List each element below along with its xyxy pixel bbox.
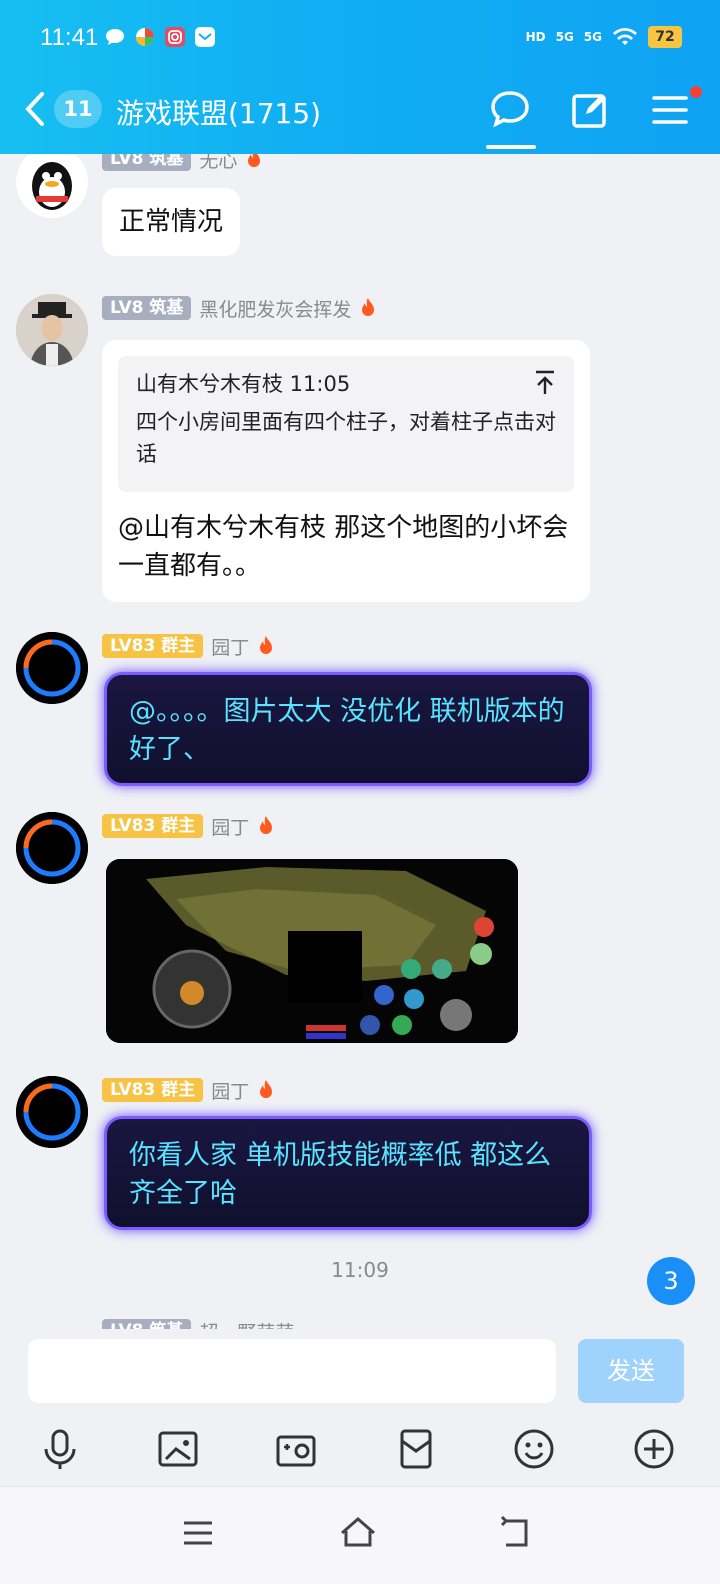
group-title: 游戏联盟(1715) [116,97,322,130]
avatar-ring[interactable] [16,812,88,884]
message-sender-meta: LV8 筑基 超…野萌萌 [102,1318,294,1329]
app-notification-icon [136,28,154,46]
hd-indicator: HD [525,30,546,44]
ring-avatar-icon [16,1076,88,1148]
chat-notification-icon [106,29,124,45]
microphone-icon[interactable] [38,1427,82,1471]
network-indicator-1: 5G [555,30,574,44]
red-packet-icon[interactable] [394,1427,438,1471]
game-screenshot-image[interactable] [106,859,518,1043]
message-sender-meta: LV83 群主 园丁 [102,1077,275,1103]
status-bar: 11:41 HD 5G 5G 72 [0,14,720,64]
jump-to-quote-icon[interactable] [534,368,556,396]
reply-text: @山有木兮木有枝 那这个地图的小坏会一直都有。。 [118,513,569,581]
back-icon[interactable] [496,1513,536,1553]
fire-icon [260,1080,273,1098]
ring-avatar-icon [16,632,88,704]
recent-apps-icon[interactable] [178,1513,218,1553]
system-navigation-bar [0,1486,720,1584]
chat-message-list[interactable]: LV8 筑基 无心 正常情况 LV8 筑基 黑化肥发灰会挥发 山有木兮木有枝 1… [0,154,720,1329]
camera-icon[interactable] [274,1427,318,1471]
emoji-icon[interactable] [512,1427,556,1471]
instagram-icon [165,27,185,47]
chat-timestamp: 11:09 [331,1258,389,1282]
unread-count-badge[interactable]: 11 [54,90,102,128]
back-chevron-icon[interactable] [22,90,50,128]
owner-badge: LV83 群主 [102,634,204,658]
avatar-ring[interactable] [16,1076,88,1148]
wifi-icon [613,28,637,45]
avatar-man-hat[interactable] [16,294,88,366]
person-avatar-icon [16,294,88,366]
neon-message-bubble[interactable]: @。。。。图片太大 没优化 联机版本的好了、 [104,672,592,786]
neon-message-bubble[interactable]: 你看人家 单机版技能概率低 都这么齐全了哈 [104,1116,592,1230]
send-button[interactable]: 发送 [578,1339,684,1403]
top-bar: 11:41 HD 5G 5G 72 11 游戏联盟(1715) [0,0,720,154]
level-badge: LV8 筑基 [102,154,192,171]
sender-name[interactable]: 园丁 [211,813,249,840]
fire-icon [260,636,273,654]
ring-avatar-icon [16,812,88,884]
battery-indicator: 72 [648,26,682,48]
owner-badge: LV83 群主 [102,814,204,838]
penguin-avatar-icon [32,162,72,210]
sender-name[interactable]: 超…野萌萌 [199,1318,294,1330]
fire-icon [260,816,273,834]
notification-icons [104,26,216,48]
fire-icon [362,298,375,316]
menu-icon[interactable] [648,88,692,132]
message-sender-meta: LV8 筑基 无心 [102,154,263,172]
active-tab-indicator [486,145,536,149]
quote-header: 山有木兮木有枝 11:05 [136,368,556,400]
sender-name[interactable]: 园丁 [211,1077,249,1104]
network-indicator-2: 5G [583,30,602,44]
image-icon[interactable] [156,1427,200,1471]
message-input[interactable] [28,1339,556,1403]
chat-header: 11 游戏联盟(1715) [0,72,720,149]
chat-tab-icon[interactable] [488,88,532,132]
level-badge: LV8 筑基 [102,296,192,320]
fire-icon [248,154,261,167]
message-sender-meta: LV8 筑基 黑化肥发灰会挥发 [102,295,377,321]
system-status: HD 5G 5G 72 [526,26,682,48]
sender-name[interactable]: 园丁 [211,633,249,660]
game-scene-picture [106,859,518,1043]
mail-notification-icon [195,27,215,47]
status-time: 11:41 [40,24,99,51]
level-badge: LV8 筑基 [102,1319,192,1329]
input-bar: 发送 [0,1329,720,1415]
quote-text: 四个小房间里面有四个柱子，对着柱子点击对话 [136,410,556,466]
new-messages-badge[interactable]: 3 [647,1257,695,1305]
input-toolbar [0,1415,720,1485]
home-icon[interactable] [338,1513,378,1553]
avatar-ring[interactable] [16,632,88,704]
owner-badge: LV83 群主 [102,1078,204,1102]
sender-name[interactable]: 无心 [199,154,237,173]
sender-name[interactable]: 黑化肥发灰会挥发 [199,295,351,322]
avatar-penguin[interactable] [16,154,88,218]
message-sender-meta: LV83 群主 园丁 [102,633,275,659]
quoted-message[interactable]: 山有木兮木有枝 11:05 四个小房间里面有四个柱子，对着柱子点击对话 [118,356,574,492]
message-bubble[interactable]: 正常情况 [102,188,241,256]
message-sender-meta: LV83 群主 园丁 [102,813,275,839]
edit-icon[interactable] [568,88,612,132]
quote-author-time: 山有木兮木有枝 11:05 [136,372,351,396]
plus-icon[interactable] [632,1427,676,1471]
menu-notification-dot [690,86,702,98]
